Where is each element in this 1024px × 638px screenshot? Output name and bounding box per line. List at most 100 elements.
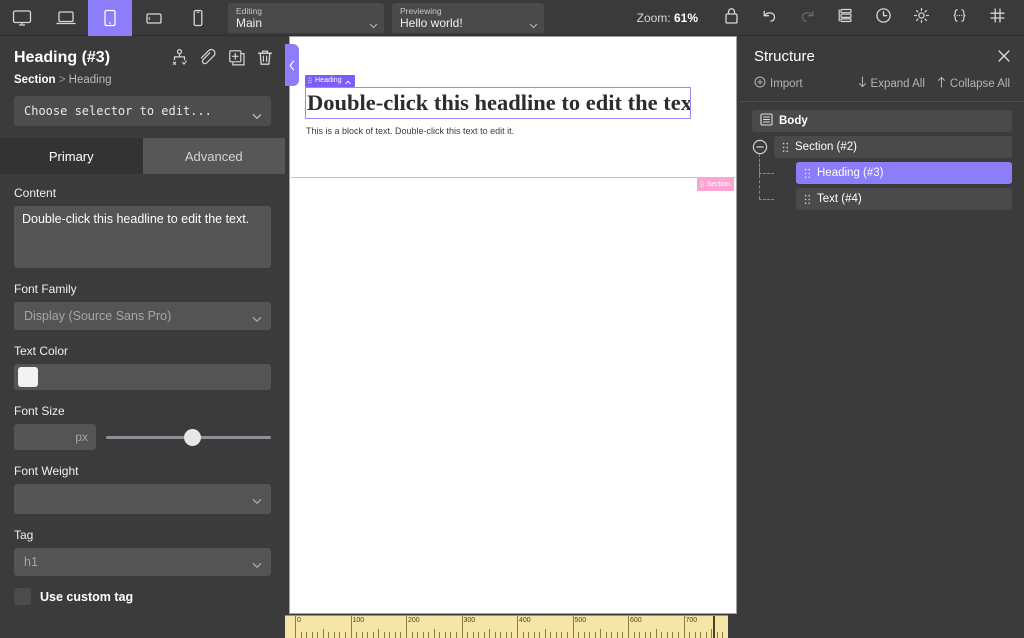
tree-row: Text (#4)	[752, 154, 1012, 210]
ruler-tick	[611, 632, 613, 638]
heading-element[interactable]: Double-click this headline to edit the t…	[305, 87, 691, 119]
font-weight-select[interactable]	[14, 484, 271, 514]
previewing-value: Hello world!	[400, 15, 463, 30]
horizontal-ruler[interactable]: 0 100 200 300 400 500 600 700	[285, 615, 728, 638]
device-button-desktop[interactable]	[0, 0, 44, 36]
selector-dropdown[interactable]: Choose selector to edit...	[14, 96, 271, 126]
color-swatch[interactable]	[18, 367, 38, 387]
tab-advanced[interactable]: Advanced	[142, 138, 285, 174]
custom-code-button[interactable]	[940, 0, 978, 36]
device-button-tablet-portrait[interactable]	[88, 0, 132, 36]
grid-hash-icon	[988, 6, 1007, 30]
ruler-tick	[328, 632, 330, 638]
ruler-tick	[533, 632, 535, 638]
ruler-tick	[478, 632, 480, 638]
paragraph-text[interactable]: This is a block of text. Double-click th…	[306, 125, 514, 137]
ruler-tick	[589, 632, 591, 638]
tree-row: Body	[752, 110, 1012, 132]
properties-header-actions	[171, 48, 275, 68]
page-canvas[interactable]: Heading Double-click this headline to ed…	[289, 36, 737, 614]
slider-knob[interactable]	[183, 429, 201, 446]
ruler-tick	[400, 632, 402, 638]
tab-primary[interactable]: Primary	[0, 138, 143, 174]
tag-label: Tag	[14, 528, 34, 542]
text-color-label: Text Color	[14, 344, 69, 358]
gear-icon	[912, 6, 931, 30]
duplicate-icon[interactable]	[227, 48, 247, 68]
mobile-icon	[187, 8, 209, 28]
delete-icon[interactable]	[255, 48, 275, 68]
grid-button[interactable]	[978, 0, 1016, 36]
font-size-input[interactable]: px	[14, 424, 96, 450]
ruler-tick	[689, 632, 691, 638]
collapse-node-icon[interactable]	[752, 139, 768, 155]
section-element-badge[interactable]: Section	[696, 178, 734, 191]
field-font-family: Font Family Display (Source Sans Pro)	[14, 282, 271, 330]
ruler-tick	[500, 632, 502, 638]
field-use-custom-tag[interactable]: Use custom tag	[14, 588, 271, 605]
expand-all-button[interactable]: Expand All	[858, 76, 925, 91]
tree-node-section[interactable]: Section (#2)	[774, 136, 1012, 158]
ruler-tick	[450, 632, 452, 638]
import-button[interactable]: Import	[754, 76, 803, 91]
previewing-select[interactable]: Previewing Hello world!	[392, 2, 544, 33]
tag-select[interactable]: h1	[14, 548, 271, 576]
import-label: Import	[770, 77, 803, 90]
use-custom-tag-label: Use custom tag	[40, 589, 134, 604]
collapse-all-button[interactable]: Collapse All	[937, 76, 1010, 91]
drag-grip-icon[interactable]	[804, 168, 811, 179]
tree-row: Heading (#3)	[752, 154, 1012, 184]
content-textarea[interactable]: Double-click this headline to edit the t…	[14, 206, 271, 268]
move-node-icon[interactable]	[171, 48, 191, 68]
structure-toolbar: Import Expand All Collapse All	[740, 76, 1024, 102]
lock-icon	[723, 6, 740, 30]
tree-node-body[interactable]: Body	[752, 110, 1012, 132]
settings-button[interactable]	[902, 0, 940, 36]
chevron-up-icon[interactable]	[345, 72, 351, 90]
ruler-label: 0	[297, 617, 301, 624]
ruler-tick	[350, 616, 352, 638]
device-button-laptop[interactable]	[44, 0, 88, 36]
redo-button[interactable]	[788, 0, 826, 36]
ruler-tick	[528, 632, 530, 638]
device-button-tablet-landscape[interactable]	[132, 0, 176, 36]
expand-all-label: Expand All	[870, 77, 925, 90]
tree-node-text[interactable]: Text (#4)	[796, 188, 1012, 210]
heading-text: Double-click this headline to edit the t…	[307, 90, 691, 115]
undo-button[interactable]	[750, 0, 788, 36]
ruler-tick	[694, 632, 696, 638]
ruler-tick	[344, 632, 346, 638]
chevron-down-icon	[252, 494, 262, 508]
use-custom-tag-checkbox[interactable]	[14, 588, 31, 605]
breadcrumb-parent[interactable]: Section	[14, 74, 56, 86]
text-color-row[interactable]	[14, 364, 271, 390]
ruler-tick	[639, 632, 641, 638]
link-icon[interactable]	[199, 48, 219, 68]
close-icon[interactable]	[996, 48, 1012, 64]
ruler-tick	[417, 632, 419, 638]
font-size-slider[interactable]	[106, 424, 271, 450]
device-button-mobile[interactable]	[176, 0, 220, 36]
font-family-select[interactable]: Display (Source Sans Pro)	[14, 302, 271, 330]
tree-node-heading[interactable]: Heading (#3)	[796, 162, 1012, 184]
breadcrumb-separator: >	[58, 74, 66, 86]
monitor-icon	[11, 8, 33, 28]
ruler-tick	[411, 632, 413, 638]
lock-button[interactable]	[712, 0, 750, 36]
history-button[interactable]	[864, 0, 902, 36]
zoom-level[interactable]: Zoom: 61%	[637, 11, 698, 25]
properties-tabs: Primary Advanced	[0, 138, 285, 174]
ruler-tick	[505, 632, 507, 638]
drag-grip-icon[interactable]	[782, 142, 789, 153]
ruler-tick	[511, 632, 513, 638]
collapse-panel-handle[interactable]	[285, 44, 299, 86]
properties-header: Heading (#3) Section > Heading	[0, 36, 285, 87]
editing-page-select[interactable]: Editing Main	[228, 2, 384, 33]
breadcrumb: Section > Heading	[14, 73, 271, 87]
layers-button[interactable]	[826, 0, 864, 36]
zoom-value: 61%	[673, 10, 698, 25]
drag-grip-icon[interactable]	[804, 194, 811, 205]
chevron-left-icon	[289, 59, 295, 71]
font-family-value: Display (Source Sans Pro)	[24, 309, 172, 323]
heading-element-badge[interactable]: Heading	[305, 75, 355, 87]
